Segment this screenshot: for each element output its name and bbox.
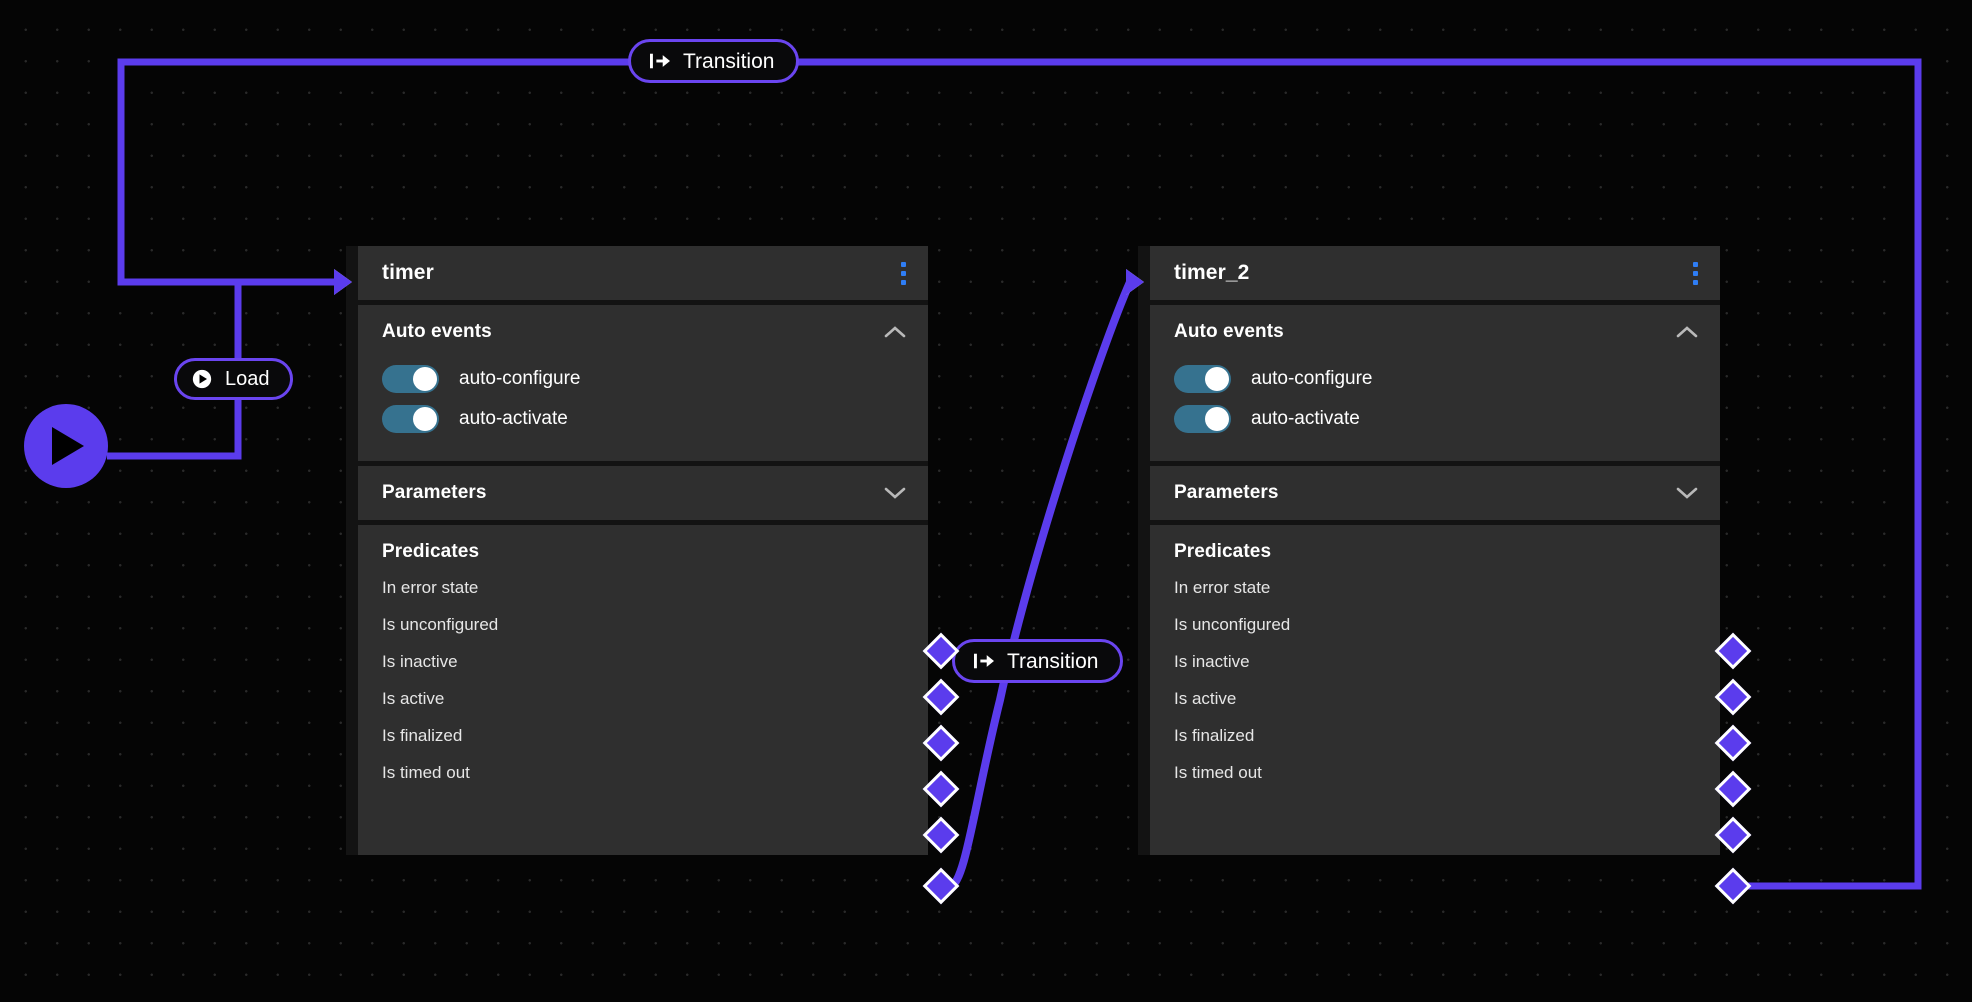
transition-badge-mid-label: Transition: [1007, 649, 1099, 673]
chevron-up-icon[interactable]: [1676, 325, 1698, 339]
toggle-auto-activate[interactable]: [1174, 405, 1231, 433]
section-label-parameters: Parameters: [382, 482, 487, 503]
node-timer[interactable]: timer Auto events auto-configure auto-ac…: [346, 246, 928, 855]
port-timer-2-is-timed-out[interactable]: [1714, 867, 1752, 905]
toggle-label-auto-configure: auto-configure: [459, 368, 581, 389]
node-timer-toggle-auto-activate[interactable]: auto-activate: [358, 399, 928, 439]
transition-badge-mid[interactable]: Transition: [952, 639, 1124, 683]
toggle-label-auto-activate: auto-activate: [1251, 408, 1360, 429]
node-timer-2-input-arrow: [1126, 269, 1144, 295]
toggle-knob: [1205, 407, 1229, 431]
port-timer-2-is-unconfigured[interactable]: [1714, 678, 1752, 716]
pred-row[interactable]: Is timed out: [1150, 754, 1720, 791]
toggle-auto-configure[interactable]: [382, 365, 439, 393]
pred-row[interactable]: Is finalized: [358, 717, 928, 754]
section-label-auto-events: Auto events: [382, 321, 492, 342]
node-timer-2-predicates-header[interactable]: Predicates: [1150, 525, 1720, 569]
port-timer-is-finalized[interactable]: [922, 816, 960, 854]
node-timer-2-title: timer_2: [1174, 261, 1250, 284]
port-timer-2-is-inactive[interactable]: [1714, 724, 1752, 762]
node-timer-auto-events-header[interactable]: Auto events: [358, 305, 928, 359]
node-timer-2-auto-events-header[interactable]: Auto events: [1150, 305, 1720, 359]
port-timer-is-inactive[interactable]: [922, 724, 960, 762]
chevron-down-icon[interactable]: [1676, 486, 1698, 500]
node-timer-input-arrow: [334, 269, 352, 295]
node-timer-predicates-section: Predicates In error state Is unconfigure…: [358, 525, 928, 855]
node-timer-2-toggle-auto-configure[interactable]: auto-configure: [1150, 359, 1720, 399]
node-timer-2-header[interactable]: timer_2: [1150, 246, 1720, 300]
transition-badge-top-label: Transition: [683, 49, 775, 73]
port-timer-2-is-finalized[interactable]: [1714, 816, 1752, 854]
edge-timer-to-timer2: [948, 280, 1134, 890]
node-timer-2-toggle-auto-activate[interactable]: auto-activate: [1150, 399, 1720, 439]
pred-row[interactable]: Is inactive: [1150, 643, 1720, 680]
transition-badge-top[interactable]: Transition: [628, 39, 800, 83]
node-timer-2-menu-button[interactable]: [1687, 258, 1704, 289]
kebab-dot-icon: [901, 270, 906, 276]
toggle-label-auto-configure: auto-configure: [1251, 368, 1373, 389]
pred-row[interactable]: Is active: [358, 680, 928, 717]
node-timer-auto-events-section: Auto events auto-configure auto-activate: [358, 305, 928, 461]
port-timer-is-active[interactable]: [922, 770, 960, 808]
node-timer-2[interactable]: timer_2 Auto events auto-configure auto-…: [1138, 246, 1720, 855]
node-timer-2-parameters-header[interactable]: Parameters: [1150, 466, 1720, 520]
toggle-knob: [413, 407, 437, 431]
pred-row[interactable]: Is timed out: [358, 754, 928, 791]
kebab-dot-icon: [1693, 261, 1698, 267]
flow-canvas[interactable]: Load Transition Transition timer Auto ev…: [0, 0, 1972, 1002]
transition-arrow-icon: [974, 653, 994, 669]
section-label-predicates: Predicates: [1174, 541, 1272, 562]
node-timer-menu-button[interactable]: [895, 258, 912, 289]
pred-row[interactable]: Is inactive: [358, 643, 928, 680]
toggle-auto-activate[interactable]: [382, 405, 439, 433]
toggle-knob: [1205, 367, 1229, 391]
node-timer-toggle-auto-configure[interactable]: auto-configure: [358, 359, 928, 399]
chevron-up-icon[interactable]: [884, 325, 906, 339]
kebab-dot-icon: [1693, 279, 1698, 285]
transition-arrow-icon: [650, 53, 670, 69]
node-timer-parameters-header[interactable]: Parameters: [358, 466, 928, 520]
node-timer-parameters-section: Parameters: [358, 466, 928, 520]
node-timer-2-auto-events-section: Auto events auto-configure auto-activate: [1150, 305, 1720, 461]
section-label-parameters: Parameters: [1174, 482, 1279, 503]
toggle-knob: [413, 367, 437, 391]
port-timer-is-timed-out[interactable]: [922, 867, 960, 905]
section-label-auto-events: Auto events: [1174, 321, 1284, 342]
pred-row[interactable]: Is finalized: [1150, 717, 1720, 754]
port-timer-is-unconfigured[interactable]: [922, 678, 960, 716]
pred-row[interactable]: In error state: [1150, 569, 1720, 606]
toggle-auto-configure[interactable]: [1174, 365, 1231, 393]
pred-row[interactable]: In error state: [358, 569, 928, 606]
node-timer-title: timer: [382, 261, 434, 284]
run-workflow-button[interactable]: [24, 404, 108, 488]
port-timer-2-in-error-state[interactable]: [1714, 632, 1752, 670]
kebab-dot-icon: [901, 261, 906, 267]
play-icon: [52, 427, 84, 465]
node-timer-header[interactable]: timer: [358, 246, 928, 300]
pred-row[interactable]: Is unconfigured: [358, 606, 928, 643]
load-badge-label: Load: [225, 368, 270, 390]
load-badge[interactable]: Load: [174, 358, 293, 400]
kebab-dot-icon: [901, 279, 906, 285]
node-timer-2-predicates-section: Predicates In error state Is unconfigure…: [1150, 525, 1720, 855]
node-timer-2-parameters-section: Parameters: [1150, 466, 1720, 520]
pred-row[interactable]: Is active: [1150, 680, 1720, 717]
node-timer-predicates-header[interactable]: Predicates: [358, 525, 928, 569]
pred-row[interactable]: Is unconfigured: [1150, 606, 1720, 643]
play-circle-icon: [192, 369, 212, 389]
kebab-dot-icon: [1693, 270, 1698, 276]
chevron-down-icon[interactable]: [884, 486, 906, 500]
section-label-predicates: Predicates: [382, 541, 480, 562]
port-timer-2-is-active[interactable]: [1714, 770, 1752, 808]
toggle-label-auto-activate: auto-activate: [459, 408, 568, 429]
